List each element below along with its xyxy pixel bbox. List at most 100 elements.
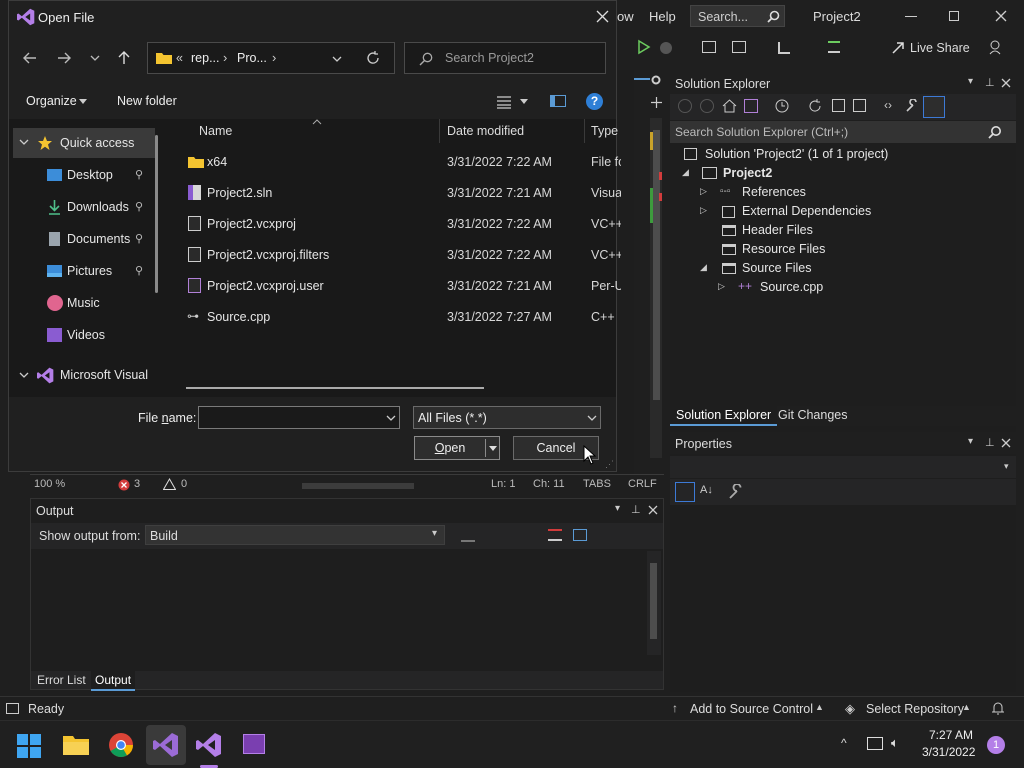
tree-references[interactable]: References	[742, 185, 806, 199]
chevron-down-icon[interactable]	[332, 56, 342, 62]
tree-resource-files[interactable]: Resource Files	[742, 242, 825, 256]
back-icon[interactable]	[678, 99, 692, 113]
zoom-level[interactable]: 100 %	[34, 478, 65, 490]
chevron-down-icon[interactable]: ▾	[615, 503, 620, 514]
chevron-up-icon[interactable]: ^	[841, 736, 847, 750]
horizontal-scrollbar[interactable]	[186, 387, 484, 389]
pin-icon[interactable]: ⚲	[135, 200, 143, 213]
resize-grip-icon[interactable]: ⋰	[605, 459, 614, 470]
gear-icon[interactable]	[650, 74, 662, 86]
nav-downloads[interactable]: Downloads ⚲	[9, 192, 159, 222]
taskbar-vs-installer[interactable]	[146, 725, 186, 765]
editor-scrollbar[interactable]	[650, 118, 662, 458]
horizontal-scrollbar[interactable]	[302, 483, 414, 489]
close-icon[interactable]	[995, 10, 1007, 22]
chevron-down-icon[interactable]	[19, 139, 29, 145]
preview-button[interactable]	[923, 96, 945, 118]
pin-icon[interactable]: ⊥	[631, 503, 641, 516]
switch-views-icon[interactable]	[744, 99, 758, 113]
warning-count[interactable]: 0	[181, 478, 187, 490]
collapsed-icon[interactable]: ▷	[718, 281, 725, 292]
nav-microsoft-visual[interactable]: Microsoft Visual	[9, 360, 159, 390]
breadcrumb-project[interactable]: Pro...	[237, 51, 267, 65]
breadcrumb-separator[interactable]: ›	[272, 50, 276, 65]
chevron-down-icon[interactable]: ▾	[968, 436, 973, 447]
open-button[interactable]: Open	[414, 436, 500, 460]
volume-icon[interactable]: 🔈︎	[891, 735, 899, 751]
forward-arrow-icon[interactable]	[57, 52, 71, 64]
view-menu-icon[interactable]	[496, 95, 512, 109]
breadcrumb-repos[interactable]: rep...	[191, 51, 220, 65]
file-row[interactable]: Project2.vcxproj.filters 3/31/2022 7:22 …	[179, 240, 621, 270]
file-row[interactable]: Project2.sln 3/31/2022 7:21 AM Visua	[179, 178, 621, 208]
tab-git-changes[interactable]: Git Changes	[778, 408, 847, 422]
split-icon[interactable]	[651, 97, 662, 108]
word-wrap-icon[interactable]	[573, 529, 587, 541]
nav-desktop[interactable]: Desktop ⚲	[9, 160, 159, 190]
close-icon[interactable]	[1001, 438, 1011, 448]
tree-source-files[interactable]: Source Files	[742, 261, 811, 275]
column-name[interactable]: Name	[199, 124, 232, 138]
properties-object-select[interactable]: ▾	[670, 456, 1016, 478]
indent-mode[interactable]: TABS	[583, 478, 611, 490]
file-name-input[interactable]	[198, 406, 400, 429]
file-row[interactable]: Project2.vcxproj 3/31/2022 7:22 AM VC++	[179, 209, 621, 239]
breadcrumb-overflow[interactable]: «	[176, 51, 183, 65]
select-repository[interactable]: Select Repository	[866, 702, 964, 716]
nav-scrollbar[interactable]	[155, 135, 158, 293]
output-scrollbar[interactable]	[647, 551, 661, 655]
nav-pictures[interactable]: Pictures ⚲	[9, 256, 159, 286]
menu-help[interactable]: Help	[649, 9, 676, 24]
scrollbar-thumb[interactable]	[650, 563, 657, 639]
file-row[interactable]: x64 3/31/2022 7:22 AM File fo	[179, 147, 621, 177]
collapse-all-icon[interactable]	[832, 99, 845, 112]
windows-start-icon[interactable]	[16, 733, 42, 759]
notification-badge[interactable]: 1	[987, 736, 1005, 754]
network-icon[interactable]	[867, 737, 883, 750]
add-to-source-control[interactable]: Add to Source Control	[690, 702, 813, 716]
new-folder-button[interactable]: New folder	[117, 94, 177, 108]
chrome-icon[interactable]	[108, 732, 134, 758]
chevron-down-icon[interactable]	[489, 446, 497, 451]
file-explorer-icon[interactable]	[62, 732, 90, 756]
search-input[interactable]: Search Project2	[404, 42, 606, 74]
chevron-down-icon[interactable]	[386, 415, 396, 421]
debug-icon[interactable]	[660, 42, 672, 54]
nav-videos[interactable]: Videos	[9, 320, 159, 350]
close-icon[interactable]	[1001, 78, 1011, 88]
line-endings[interactable]: CRLF	[628, 478, 657, 490]
clear-all-icon[interactable]	[548, 529, 562, 541]
close-icon[interactable]	[648, 505, 658, 515]
column-type[interactable]: Type	[591, 124, 618, 138]
chevron-down-icon[interactable]: ▾	[968, 76, 973, 87]
column-divider[interactable]	[584, 119, 585, 143]
file-type-select[interactable]: All Files (*.*)	[413, 406, 601, 429]
visual-studio-icon[interactable]	[196, 732, 222, 758]
refresh-icon[interactable]	[366, 51, 380, 65]
preview-pane-icon[interactable]	[550, 95, 566, 107]
breadcrumb-separator[interactable]: ›	[223, 50, 227, 65]
pin-icon[interactable]: ⊥	[985, 76, 995, 89]
terminal-icon[interactable]	[243, 734, 265, 754]
expanded-icon[interactable]: ◢	[682, 167, 689, 178]
help-icon[interactable]: ?	[586, 93, 603, 110]
show-all-icon[interactable]	[853, 99, 866, 112]
up-arrow-icon[interactable]	[118, 51, 130, 65]
chevron-down-icon[interactable]	[520, 99, 528, 104]
feedback-icon[interactable]	[988, 39, 1004, 55]
minimize-icon[interactable]	[905, 16, 917, 17]
tree-source-cpp[interactable]: Source.cpp	[760, 280, 823, 294]
tree-header-files[interactable]: Header Files	[742, 223, 813, 237]
output-source-select[interactable]: Build ▾	[145, 525, 445, 545]
align-icon[interactable]	[778, 42, 790, 54]
tree-project[interactable]: Project2	[723, 166, 772, 180]
pin-icon[interactable]: ⚲	[135, 232, 143, 245]
back-arrow-icon[interactable]	[23, 52, 37, 64]
bell-icon[interactable]	[991, 701, 1005, 716]
play-icon[interactable]	[637, 39, 651, 55]
code-icon[interactable]: ‹›	[884, 98, 892, 112]
format-icon[interactable]	[828, 41, 840, 53]
alphabetical-icon[interactable]: A↓	[700, 484, 713, 496]
organize-button[interactable]: Organize	[26, 94, 77, 108]
expanded-icon[interactable]: ◢	[700, 262, 707, 273]
